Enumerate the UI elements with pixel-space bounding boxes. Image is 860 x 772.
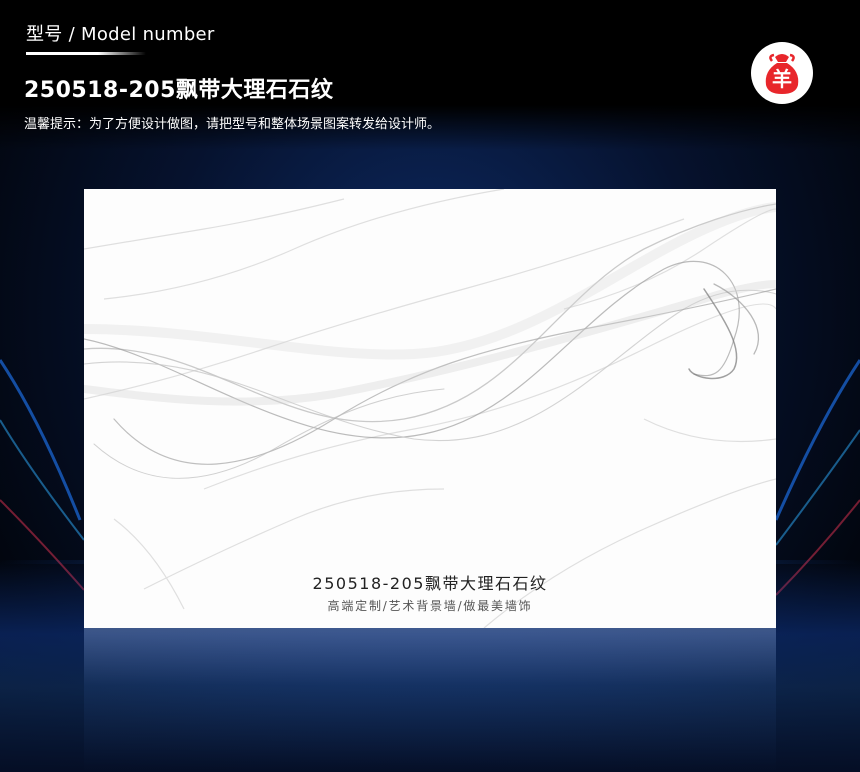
header-bar: 型号 / Model number 250518-205飘带大理石石纹 温馨提示… bbox=[0, 0, 860, 150]
panel-subtitle: 高端定制/艺术背景墙/做最美墙饰 bbox=[327, 599, 533, 613]
marble-panel: 250518-205飘带大理石石纹 高端定制/艺术背景墙/做最美墙饰 bbox=[84, 189, 776, 628]
brand-logo: 羊 bbox=[751, 42, 813, 104]
panel-reflection bbox=[84, 628, 776, 772]
svg-text:羊: 羊 bbox=[772, 67, 792, 91]
model-number-label: 型号 / Model number bbox=[26, 24, 215, 45]
panel-title: 250518-205飘带大理石石纹 bbox=[312, 574, 548, 593]
showcase-scene: 型号 / Model number 250518-205飘带大理石石纹 温馨提示… bbox=[0, 0, 860, 772]
tip-text: 温馨提示：为了方便设计做图，请把型号和整体场景图案转发给设计师。 bbox=[24, 117, 441, 132]
money-bag-sheep-icon: 羊 bbox=[765, 53, 799, 94]
label-underline bbox=[26, 52, 146, 55]
ribbon-marble-artwork bbox=[84, 189, 776, 628]
product-title: 250518-205飘带大理石石纹 bbox=[24, 78, 334, 103]
